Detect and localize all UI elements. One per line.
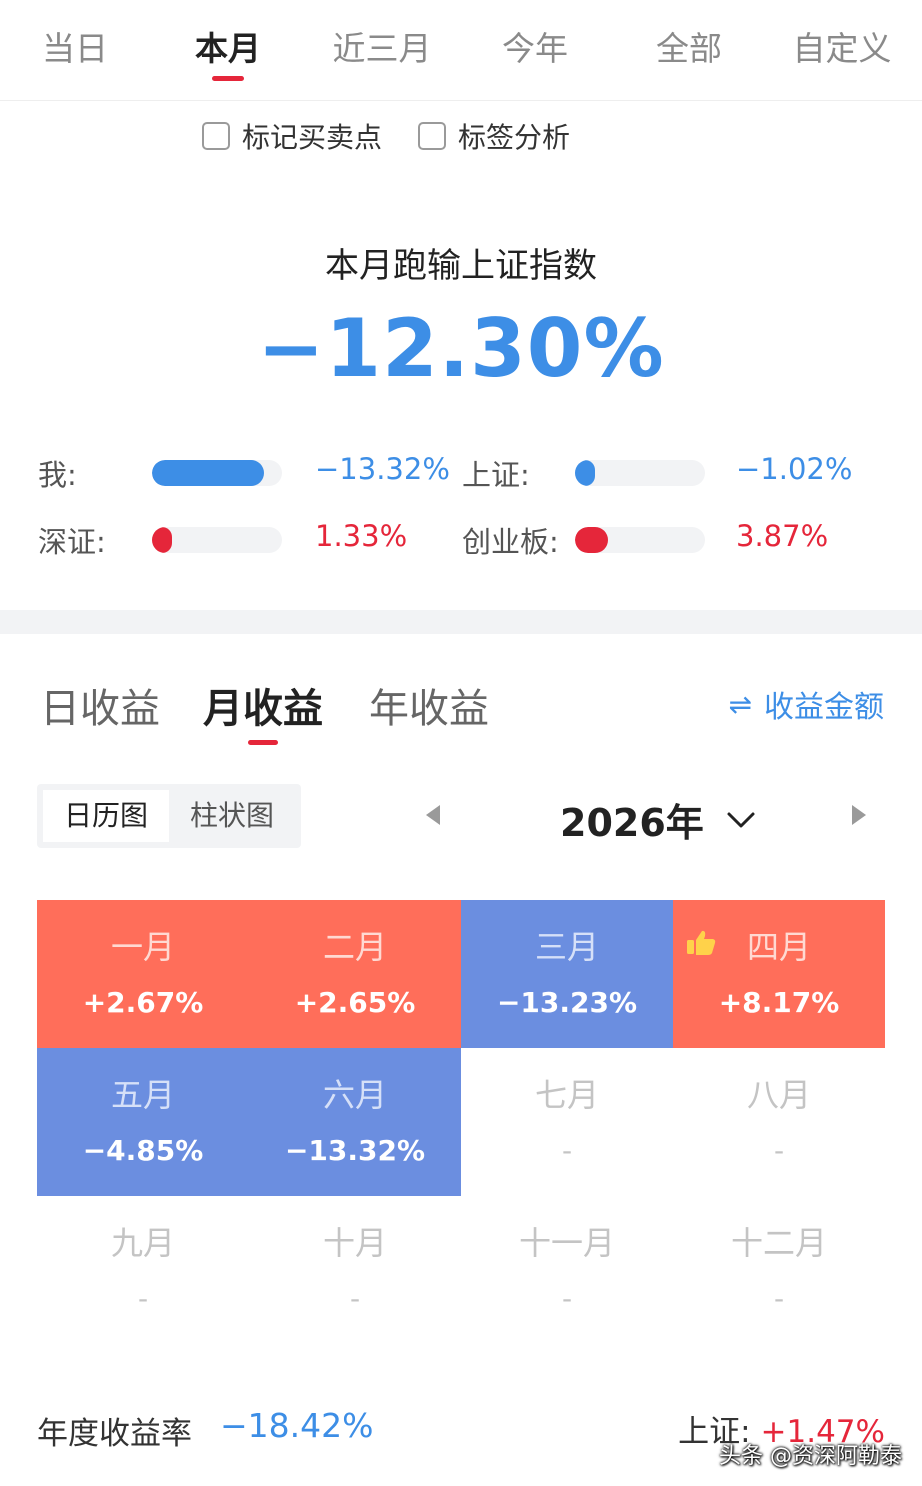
- tab-all[interactable]: 全部: [624, 22, 754, 70]
- month-return-value: -: [137, 1282, 149, 1315]
- comparison-bar-shenzhen: [152, 527, 282, 553]
- tab-last-three-months[interactable]: 近三月: [317, 22, 447, 70]
- tab-monthly-income[interactable]: 月收益: [203, 676, 323, 745]
- month-cell[interactable]: 三月 −13.23%: [461, 900, 673, 1048]
- month-cell[interactable]: 十月 -: [249, 1196, 461, 1344]
- watermark: 头条 @资深阿勒泰: [719, 1444, 902, 1469]
- tab-custom[interactable]: 自定义: [777, 22, 907, 70]
- mark-trades-label: 标记买卖点: [242, 121, 383, 154]
- month-cell[interactable]: 十二月 -: [673, 1196, 885, 1344]
- swap-arrows-icon: ⇌: [728, 687, 752, 721]
- month-cell[interactable]: 五月 −4.85%: [37, 1048, 249, 1196]
- month-return-value: −4.85%: [82, 1134, 204, 1167]
- month-return-value: -: [773, 1282, 785, 1315]
- month-name: 四月: [746, 928, 811, 966]
- month-return-value: -: [773, 1134, 785, 1167]
- income-amount-label: 收益金额: [764, 690, 884, 725]
- tab-today[interactable]: 当日: [10, 22, 140, 70]
- comparison-bar-fill: [152, 527, 172, 553]
- comparison-row: 我: −13.32% 上证: −1.02%: [0, 452, 922, 492]
- comparison-row: 深证: 1.33% 创业板: 3.87%: [0, 519, 922, 559]
- comparison-bar-fill: [575, 460, 595, 486]
- mark-trades-checkbox[interactable]: 标记买卖点: [202, 116, 382, 156]
- summary-title: 本月跑输上证指数: [325, 246, 597, 286]
- comparison-value-me: −13.32%: [315, 452, 450, 486]
- month-name: 十月: [322, 1224, 387, 1262]
- checkbox-icon[interactable]: [418, 122, 446, 150]
- comparison-bar-me: [152, 460, 282, 486]
- comparison-value-shanghai: −1.02%: [736, 452, 853, 486]
- tab-this-month[interactable]: 本月: [163, 22, 293, 81]
- month-name: 六月: [322, 1076, 387, 1114]
- comparison-label-me: 我:: [38, 458, 77, 492]
- next-year-icon[interactable]: [852, 805, 866, 825]
- month-cell[interactable]: 八月 -: [673, 1048, 885, 1196]
- year-selector[interactable]: 2026年: [560, 792, 756, 847]
- month-name: 三月: [534, 928, 599, 966]
- month-name: 十一月: [518, 1224, 615, 1262]
- comparison-bar-chinext: [575, 527, 705, 553]
- period-tabs: 当日 本月 近三月 今年 全部 自定义: [0, 0, 922, 101]
- tag-analysis-label: 标签分析: [458, 121, 571, 154]
- month-return-value: -: [561, 1282, 573, 1315]
- annual-return-label: 年度收益率: [37, 1416, 192, 1452]
- month-name: 一月: [110, 928, 175, 966]
- month-cell[interactable]: 四月 +8.17%: [673, 900, 885, 1048]
- view-switch: 日历图 柱状图: [37, 784, 301, 848]
- comparison-value-shenzhen: 1.33%: [315, 519, 408, 553]
- month-return-value: -: [561, 1134, 573, 1167]
- month-return-value: +2.65%: [294, 986, 416, 1019]
- month-return-value: +8.17%: [718, 986, 840, 1019]
- comparison-label-shenzhen: 深证:: [38, 525, 106, 559]
- month-name: 九月: [110, 1224, 175, 1262]
- month-cell[interactable]: 一月 +2.67%: [37, 900, 249, 1048]
- month-name: 十二月: [730, 1224, 827, 1262]
- month-name: 二月: [322, 928, 387, 966]
- month-calendar-grid: 一月 +2.67% 二月 +2.65% 三月 −13.23% 四月 +8.17% 五月 −4.85…: [37, 900, 885, 1344]
- month-cell[interactable]: 六月 −13.32%: [249, 1048, 461, 1196]
- year-label: 2026年: [560, 801, 704, 845]
- month-cell[interactable]: 九月 -: [37, 1196, 249, 1344]
- comparison-bar-shanghai: [575, 460, 705, 486]
- tab-daily-income[interactable]: 日收益: [40, 676, 160, 734]
- comparison-value-chinext: 3.87%: [736, 519, 829, 553]
- active-tab-indicator: [248, 740, 278, 745]
- active-tab-indicator: [212, 76, 244, 81]
- month-return-value: −13.32%: [284, 1134, 426, 1167]
- comparison-label-chinext: 创业板:: [462, 525, 559, 559]
- month-name: 八月: [746, 1076, 811, 1114]
- calendar-view-button[interactable]: 日历图: [43, 790, 169, 842]
- chevron-down-icon: [727, 812, 755, 827]
- income-amount-toggle[interactable]: ⇌ 收益金额: [729, 682, 884, 726]
- tab-this-year[interactable]: 今年: [470, 22, 600, 70]
- bar-view-button[interactable]: 柱状图: [169, 790, 295, 842]
- comparison-bar-fill: [575, 527, 608, 553]
- annual-return-value: −18.42%: [220, 1406, 374, 1445]
- tab-yearly-income[interactable]: 年收益: [369, 676, 489, 734]
- summary-value: −12.30%: [257, 302, 665, 395]
- comparison-bar-fill: [152, 460, 264, 486]
- month-cell[interactable]: 七月 -: [461, 1048, 673, 1196]
- month-return-value: +2.67%: [82, 986, 204, 1019]
- checkbox-icon[interactable]: [202, 122, 230, 150]
- comparison-label-shanghai: 上证:: [462, 458, 530, 492]
- month-name: 七月: [534, 1076, 599, 1114]
- month-return-value: -: [349, 1282, 361, 1315]
- previous-year-icon[interactable]: [426, 805, 440, 825]
- month-cell[interactable]: 二月 +2.65%: [249, 900, 461, 1048]
- month-return-value: −13.23%: [496, 986, 638, 1019]
- month-cell[interactable]: 十一月 -: [461, 1196, 673, 1344]
- section-divider: [0, 610, 922, 634]
- tag-analysis-checkbox[interactable]: 标签分析: [418, 116, 570, 156]
- month-name: 五月: [110, 1076, 175, 1114]
